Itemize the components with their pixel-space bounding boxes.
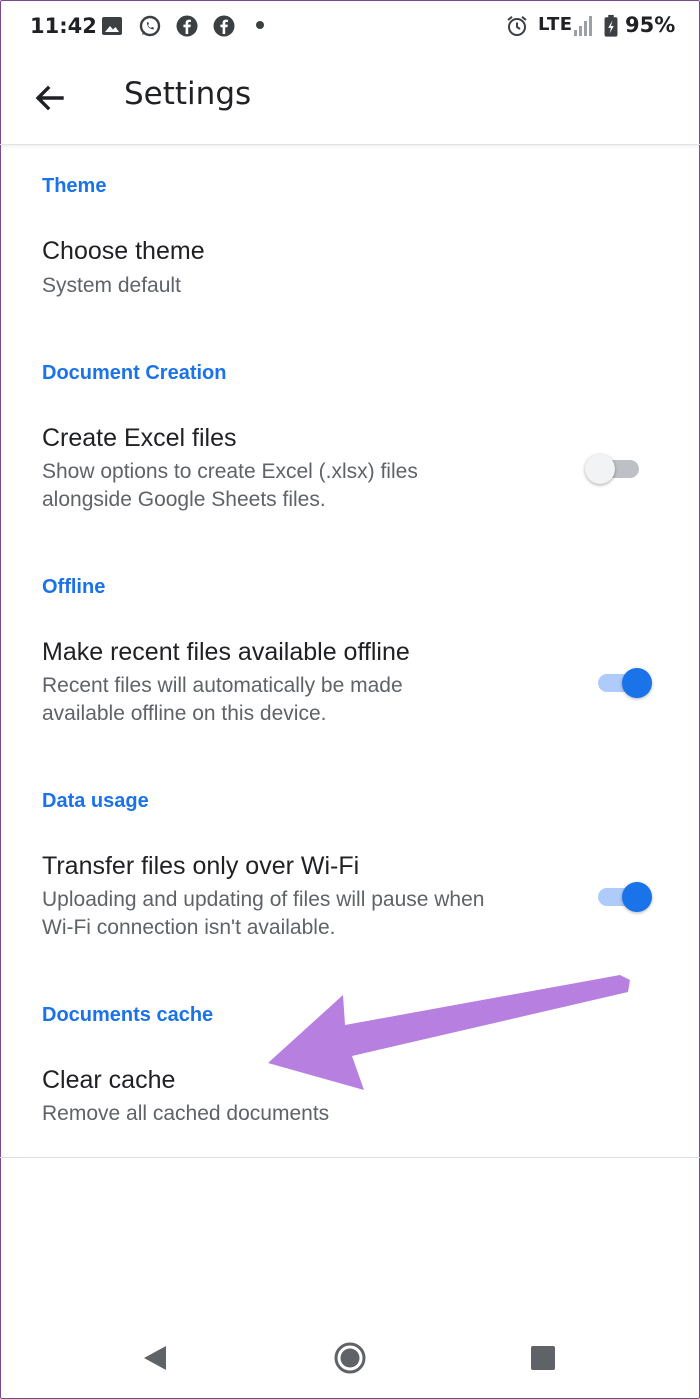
toggle-thumb [622,668,652,698]
toggle-thumb [585,454,615,484]
pref-summary-line: Uploading and updating of files will pau… [42,888,485,911]
pref-title: Transfer files only over Wi-Fi [42,852,360,880]
status-bar: 11:42 LTE 95% [0,0,700,54]
image-icon [102,17,122,35]
section-header-theme: Theme [42,175,107,197]
pref-summary: Recent files will automatically be made … [42,672,572,728]
nav-home-icon[interactable] [330,1338,370,1378]
app-bar: Settings [0,54,700,145]
list-divider [0,1157,700,1158]
pref-title: Make recent files available offline [42,638,410,666]
status-time: 11:42 [30,14,97,38]
pref-summary: Show options to create Excel (.xlsx) fil… [42,458,572,514]
navigation-bar [0,1316,700,1399]
toggle-thumb [622,882,652,912]
pref-title: Create Excel files [42,424,237,452]
arrow-back-icon[interactable] [28,76,72,120]
facebook-icon [213,15,235,37]
whatsapp-icon [139,15,161,37]
pref-summary: Remove all cached documents [42,1102,330,1125]
signal-icon [574,16,592,36]
nav-recents-icon[interactable] [523,1338,563,1378]
pref-summary-line: Show options to create Excel (.xlsx) fil… [42,460,418,483]
offline-toggle[interactable] [592,661,652,701]
network-type: LTE [538,14,573,35]
pref-title: Choose theme [42,237,205,265]
nav-back-icon[interactable] [136,1338,176,1378]
notification-dot [256,21,264,29]
section-header-data-usage: Data usage [42,790,149,812]
section-header-document-creation: Document Creation [42,362,227,384]
pref-summary-line: available offline on this device. [42,702,327,725]
page-title: Settings [124,76,252,112]
section-header-offline: Offline [42,576,106,598]
create-excel-toggle[interactable] [585,447,645,487]
alarm-icon [507,16,527,36]
pref-summary-line: Wi-Fi connection isn't available. [42,916,336,939]
pref-summary-line: alongside Google Sheets files. [42,488,326,511]
facebook-icon [176,15,198,37]
pref-summary-line: Recent files will automatically be made [42,674,403,697]
pref-title: Clear cache [42,1066,176,1094]
section-header-documents-cache: Documents cache [42,1004,214,1026]
pref-summary: System default [42,274,181,297]
battery-charging-icon [604,14,618,37]
pref-summary: Uploading and updating of files will pau… [42,886,572,942]
battery-percent: 95% [625,13,676,37]
wifi-only-toggle[interactable] [592,875,652,915]
